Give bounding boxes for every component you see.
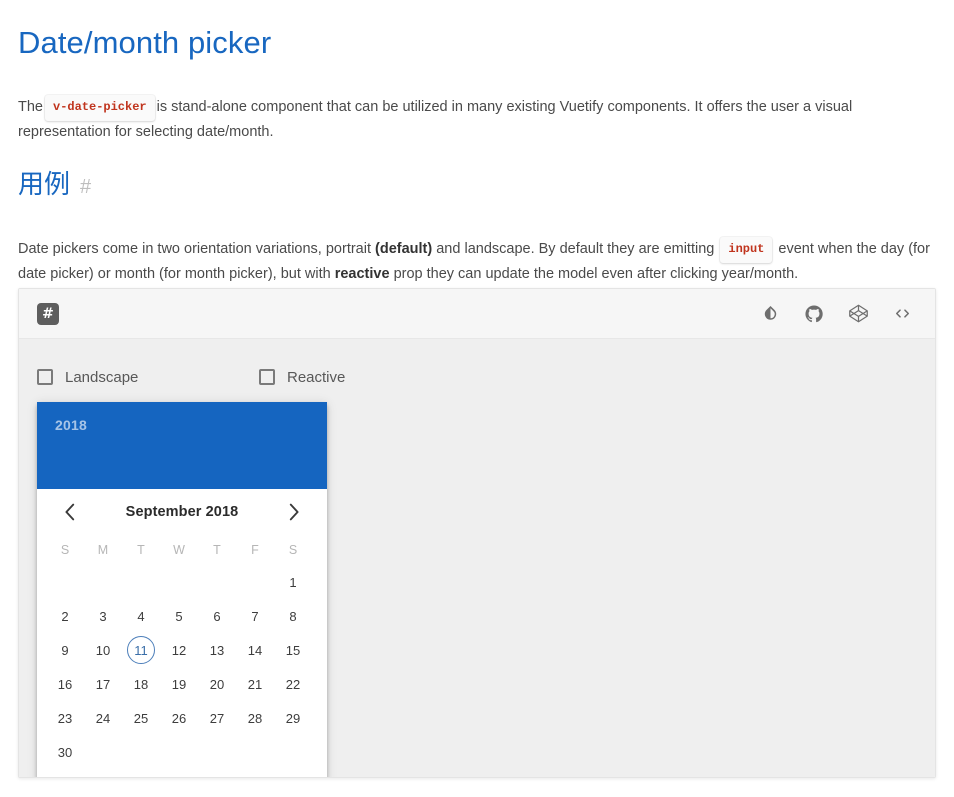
next-month-icon[interactable]: [281, 499, 307, 525]
date-picker-calendar: SMTWTFS 1 2 3 4 5 6 7 8 9 10 11 12 13 14 15 16 17 18 19 20 2…: [37, 535, 327, 777]
code-icon[interactable]: [891, 303, 913, 325]
section-text-1: Date pickers come in two orientation var…: [18, 240, 376, 257]
checkbox-landscape-label: Landscape: [65, 368, 139, 386]
weekday-label: S: [288, 543, 298, 557]
calendar-week-row: 9 10 11 12 13 14 15: [46, 633, 318, 667]
example-container: # Landscape Reactive 2018 September 2018…: [18, 288, 936, 778]
calendar-day[interactable]: 11: [122, 633, 160, 667]
calendar-day[interactable]: 9: [46, 633, 84, 667]
weekday-label: T: [213, 543, 221, 557]
calendar-week-row: 1: [46, 565, 318, 599]
calendar-week-row: 30: [46, 735, 318, 769]
calendar-day[interactable]: 8: [274, 599, 312, 633]
calendar-day[interactable]: 4: [122, 599, 160, 633]
checkbox-landscape[interactable]: Landscape: [37, 369, 259, 386]
calendar-day[interactable]: 22: [274, 667, 312, 701]
toolbar-left-group: #: [37, 302, 59, 325]
calendar-day-empty: [160, 735, 198, 769]
calendar-day[interactable]: 14: [236, 633, 274, 667]
calendar-day-empty: [122, 565, 160, 599]
calendar-day-empty: [274, 735, 312, 769]
intro-paragraph: The v-date-picker is stand-alone component…: [18, 94, 936, 143]
section-text-4: prop they can update the model even afte…: [389, 266, 799, 282]
weekday-label: W: [173, 543, 185, 557]
calendar-day[interactable]: 17: [84, 667, 122, 701]
calendar-week-row: 23 24 25 26 27 28 29: [46, 701, 318, 735]
calendar-day[interactable]: 21: [236, 667, 274, 701]
calendar-day-empty: [46, 565, 84, 599]
calendar-day[interactable]: 24: [84, 701, 122, 735]
section-anchor-link[interactable]: #: [80, 176, 91, 199]
checkbox-reactive[interactable]: Reactive: [259, 369, 345, 386]
inline-code-input: input: [720, 236, 773, 263]
date-picker-header: 2018: [37, 402, 327, 489]
calendar-day[interactable]: 20: [198, 667, 236, 701]
calendar-weeks: 1 2 3 4 5 6 7 8 9 10 11 12 13 14 15 16 17 18 19 20 21 22 23 24 2…: [46, 565, 318, 769]
section-heading-row: 用例 #: [18, 168, 91, 202]
calendar-day[interactable]: 13: [198, 633, 236, 667]
codepen-icon[interactable]: [847, 303, 869, 325]
weekday-label: F: [251, 543, 259, 557]
section-text-2: and landscape. By default they are emitt…: [432, 240, 719, 257]
weekday-label: T: [137, 543, 145, 557]
weekday-header-row: SMTWTFS: [46, 535, 318, 565]
example-stage: Landscape Reactive 2018 September 2018 S…: [19, 339, 935, 777]
calendar-day[interactable]: 1: [274, 565, 312, 599]
calendar-day[interactable]: 28: [236, 701, 274, 735]
date-picker-month-title[interactable]: September 2018: [126, 504, 239, 520]
checkbox-group: Landscape Reactive: [37, 363, 935, 391]
calendar-week-row: 16 17 18 19 20 21 22: [46, 667, 318, 701]
calendar-day[interactable]: 15: [274, 633, 312, 667]
hash-icon[interactable]: #: [37, 302, 59, 325]
calendar-day[interactable]: 12: [160, 633, 198, 667]
calendar-day-empty: [236, 565, 274, 599]
calendar-day-empty: [122, 735, 160, 769]
calendar-day-current[interactable]: 11: [127, 636, 155, 664]
calendar-day-empty: [198, 565, 236, 599]
previous-month-icon[interactable]: [57, 499, 83, 525]
checkbox-reactive-label: Reactive: [287, 368, 346, 386]
date-picker-nav: September 2018: [37, 489, 327, 535]
checkbox-reactive-box[interactable]: [259, 369, 275, 385]
date-picker: 2018 September 2018 S M T W T F S 1 2 3 …: [37, 402, 327, 777]
calendar-day[interactable]: 3: [84, 599, 122, 633]
calendar-day[interactable]: 26: [160, 701, 198, 735]
example-toolbar: #: [19, 289, 935, 339]
calendar-week-row: 2345678: [46, 599, 318, 633]
calendar-day[interactable]: 10: [84, 633, 122, 667]
inline-code-v-date-picker: v-date-picker: [45, 94, 155, 121]
github-icon[interactable]: [803, 303, 825, 325]
invert-colors-icon[interactable]: [759, 303, 781, 325]
calendar-day[interactable]: 18: [122, 667, 160, 701]
weekday-label: S: [60, 543, 70, 557]
calendar-day[interactable]: 27: [198, 701, 236, 735]
toolbar-right-group: [759, 303, 921, 325]
calendar-day[interactable]: 16: [46, 667, 84, 701]
checkbox-landscape-box[interactable]: [37, 369, 53, 385]
section-bold-default: (default): [375, 240, 433, 257]
calendar-day[interactable]: 5: [160, 599, 198, 633]
calendar-day[interactable]: 25: [122, 701, 160, 735]
calendar-day[interactable]: 2: [46, 599, 84, 633]
section-paragraph: Date pickers come in two orientation var…: [18, 236, 938, 286]
section-bold-reactive: reactive: [334, 266, 390, 282]
calendar-day-empty: [84, 735, 122, 769]
calendar-day-empty: [236, 735, 274, 769]
calendar-day[interactable]: 29: [274, 701, 312, 735]
calendar-day[interactable]: 6: [198, 599, 236, 633]
page-title: Date/month picker: [18, 25, 272, 60]
documentation-page: Date/month picker The v-date-picker is sta…: [0, 0, 954, 797]
calendar-day[interactable]: 30: [46, 735, 84, 769]
intro-text-before: The: [18, 98, 43, 115]
calendar-day[interactable]: 23: [46, 701, 84, 735]
calendar-day[interactable]: 19: [160, 667, 198, 701]
calendar-day-empty: [160, 565, 198, 599]
calendar-day[interactable]: 7: [236, 599, 274, 633]
calendar-day-empty: [84, 565, 122, 599]
date-picker-year[interactable]: 2018: [55, 416, 309, 434]
weekday-label: M: [97, 543, 109, 557]
section-heading: 用例: [18, 170, 71, 200]
calendar-day-empty: [198, 735, 236, 769]
